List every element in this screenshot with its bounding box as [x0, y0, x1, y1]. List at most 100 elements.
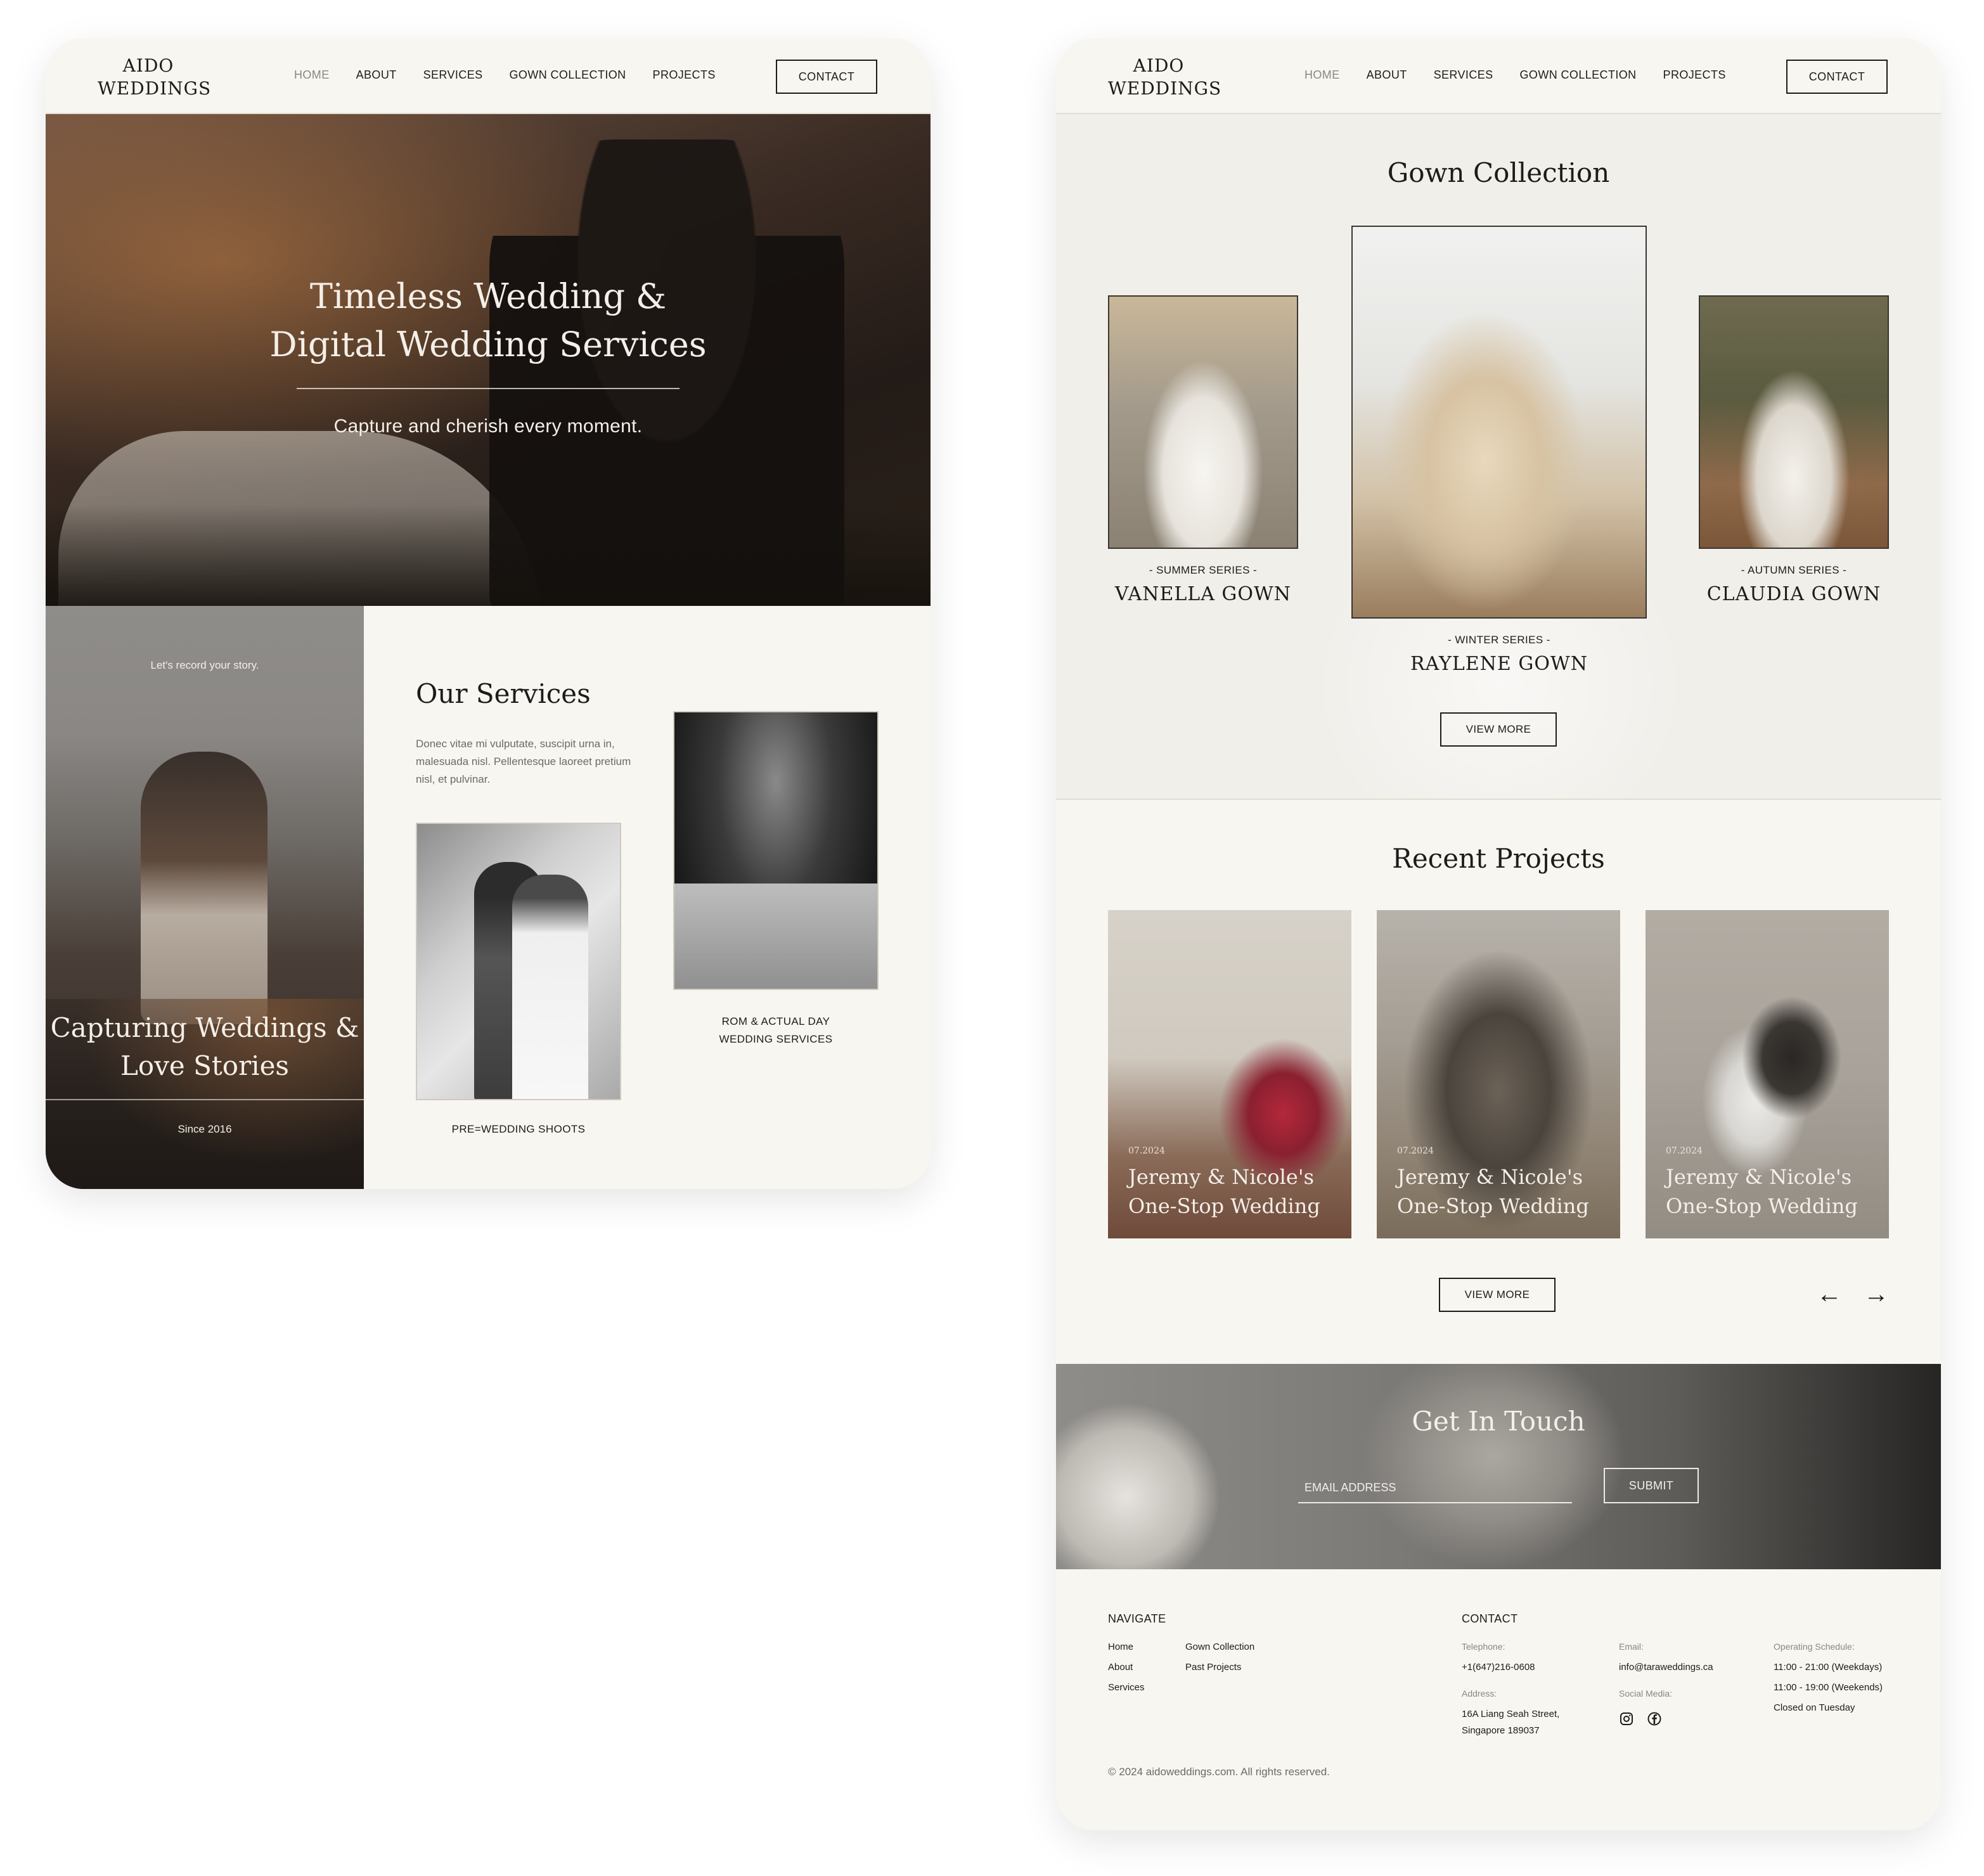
gown-series-vanella: - SUMMER SERIES -	[1149, 564, 1258, 576]
footer-link-home[interactable]: Home	[1108, 1642, 1133, 1652]
project-card-3[interactable]: 07.2024 Jeremy & Nicole's One-Stop Weddi…	[1646, 910, 1889, 1238]
gown-series-raylene: - WINTER SERIES -	[1448, 634, 1550, 646]
nav-projects[interactable]: PROJECTS	[1663, 68, 1726, 82]
gown-name-vanella[interactable]: VANELLA GOWN	[1108, 583, 1298, 605]
nav-home[interactable]: HOME	[294, 68, 330, 82]
story-divider	[46, 1099, 364, 1100]
service-caption-rom-line2: WEDDING SERVICES	[719, 1033, 833, 1045]
touch-photo-hands	[1360, 1364, 1626, 1569]
project-title: Jeremy & Nicole's One-Stop Wedding	[1666, 1162, 1858, 1221]
footer-telephone-label: Telephone:	[1462, 1642, 1505, 1652]
nav-about[interactable]: ABOUT	[1367, 68, 1407, 82]
service-caption-prewedding[interactable]: PRE=WEDDING SHOOTS	[416, 1123, 621, 1136]
footer-link-services[interactable]: Services	[1108, 1682, 1145, 1693]
nav-about[interactable]: ABOUT	[356, 68, 397, 82]
footer-telephone[interactable]: +1(647)216-0608	[1462, 1659, 1535, 1676]
main-nav: HOME ABOUT SERVICES GOWN COLLECTION PROJ…	[294, 68, 716, 82]
nav-home[interactable]: HOME	[1304, 68, 1340, 82]
story-title-line1: Capturing Weddings &	[50, 1012, 359, 1043]
footer-link-gown-collection[interactable]: Gown Collection	[1185, 1642, 1254, 1652]
contact-button-right[interactable]: CONTACT	[1786, 60, 1888, 94]
site-logo[interactable]: AIDO WEDDINGS	[98, 55, 212, 100]
service-image-bride	[512, 875, 588, 1099]
hero-title-line2: Digital Wedding Services	[269, 324, 707, 364]
story-tagline: Let's record your story.	[150, 659, 259, 671]
footer-schedule-weekends: 11:00 - 19:00 (Weekends)	[1774, 1682, 1883, 1693]
arrow-right-icon[interactable]: →	[1864, 1282, 1889, 1307]
story-photo-couple	[141, 752, 267, 1024]
nav-gown-collection[interactable]: GOWN COLLECTION	[1520, 68, 1637, 82]
service-image-table	[674, 883, 877, 989]
service-image-prewedding[interactable]	[416, 823, 621, 1100]
nav-projects[interactable]: PROJECTS	[653, 68, 716, 82]
project-card-1[interactable]: 07.2024 Jeremy & Nicole's One-Stop Weddi…	[1108, 910, 1351, 1238]
story-title-line2: Love Stories	[120, 1050, 289, 1081]
logo-line1: AIDO	[122, 55, 174, 76]
footer-email-label: Email:	[1619, 1642, 1644, 1652]
hero-photo-overlay	[46, 504, 931, 606]
gown-name-raylene[interactable]: RAYLENE GOWN	[1351, 653, 1647, 675]
gown-image-raylene[interactable]	[1351, 226, 1647, 619]
hero-divider	[297, 388, 680, 389]
project-title-line1: Jeremy & Nicole's	[1666, 1165, 1852, 1189]
gown-view-more-button[interactable]: VIEW MORE	[1440, 712, 1557, 747]
project-title-line2: One-Stop Wedding	[1666, 1194, 1858, 1218]
footer-link-about[interactable]: About	[1108, 1662, 1133, 1673]
main-nav-right: HOME ABOUT SERVICES GOWN COLLECTION PROJ…	[1304, 68, 1726, 82]
homepage-mockup-left: AIDO WEDDINGS HOME ABOUT SERVICES GOWN C…	[46, 38, 931, 1189]
instagram-icon[interactable]	[1619, 1711, 1634, 1726]
services-description: Donec vitae mi vulputate, suscipit urna …	[416, 738, 631, 785]
project-date: 07.2024	[1128, 1146, 1165, 1156]
hero-title-line1: Timeless Wedding &	[309, 276, 667, 316]
services-title: Our Services	[416, 678, 591, 709]
facebook-icon[interactable]	[1647, 1711, 1662, 1726]
story-since: Since 2016	[177, 1123, 232, 1135]
arrow-left-icon[interactable]: ←	[1817, 1282, 1842, 1307]
site-logo-right[interactable]: AIDO WEDDINGS	[1108, 55, 1222, 100]
project-date: 07.2024	[1666, 1146, 1703, 1156]
footer-social-label: Social Media:	[1619, 1688, 1673, 1699]
service-caption-rom[interactable]: ROM & ACTUAL DAY WEDDING SERVICES	[673, 1013, 879, 1048]
hero-subtitle: Capture and cherish every moment.	[333, 416, 643, 437]
footer-address-label: Address:	[1462, 1688, 1497, 1699]
project-title: Jeremy & Nicole's One-Stop Wedding	[1397, 1162, 1589, 1221]
nav-services[interactable]: SERVICES	[1434, 68, 1493, 82]
logo-line2: WEDDINGS	[1108, 78, 1222, 99]
project-title: Jeremy & Nicole's One-Stop Wedding	[1128, 1162, 1320, 1221]
footer-email[interactable]: info@taraweddings.ca	[1619, 1659, 1713, 1676]
footer-schedule-label: Operating Schedule:	[1774, 1642, 1855, 1652]
footer-schedule-closed: Closed on Tuesday	[1774, 1702, 1855, 1713]
site-header-right: AIDO WEDDINGS HOME ABOUT SERVICES GOWN C…	[1056, 38, 1941, 114]
gown-collection-title: Gown Collection	[1387, 157, 1610, 188]
project-title-line2: One-Stop Wedding	[1397, 1194, 1589, 1218]
footer-contact-title: CONTACT	[1462, 1612, 1518, 1625]
hero-title: Timeless Wedding & Digital Wedding Servi…	[46, 273, 931, 369]
get-in-touch-section: Get In Touch SUBMIT	[1056, 1364, 1941, 1569]
projects-view-more-button[interactable]: VIEW MORE	[1439, 1278, 1556, 1312]
project-title-line2: One-Stop Wedding	[1128, 1194, 1320, 1218]
homepage-mockup-right: AIDO WEDDINGS HOME ABOUT SERVICES GOWN C…	[1056, 38, 1941, 1830]
gown-name-claudia[interactable]: CLAUDIA GOWN	[1699, 583, 1889, 605]
gown-series-claudia: - AUTUMN SERIES -	[1741, 564, 1847, 576]
submit-button[interactable]: SUBMIT	[1604, 1468, 1699, 1503]
hero-section: Timeless Wedding & Digital Wedding Servi…	[46, 114, 931, 606]
story-title: Capturing Weddings & Love Stories	[46, 1009, 364, 1085]
footer-copyright: © 2024 aidoweddings.com. All rights rese…	[1108, 1766, 1330, 1778]
footer-address: 16A Liang Seah Street, Singapore 189037	[1462, 1706, 1559, 1739]
nav-services[interactable]: SERVICES	[423, 68, 483, 82]
nav-gown-collection[interactable]: GOWN COLLECTION	[510, 68, 626, 82]
gown-image-claudia[interactable]	[1699, 295, 1889, 549]
project-card-2[interactable]: 07.2024 Jeremy & Nicole's One-Stop Weddi…	[1377, 910, 1620, 1238]
project-title-line1: Jeremy & Nicole's	[1397, 1165, 1583, 1189]
service-image-rom[interactable]	[673, 711, 879, 990]
logo-line2: WEDDINGS	[98, 78, 212, 99]
project-date: 07.2024	[1397, 1146, 1434, 1156]
service-caption-rom-line1: ROM & ACTUAL DAY	[721, 1015, 830, 1027]
footer-link-past-projects[interactable]: Past Projects	[1185, 1662, 1241, 1673]
site-header: AIDO WEDDINGS HOME ABOUT SERVICES GOWN C…	[46, 38, 931, 114]
contact-button[interactable]: CONTACT	[776, 60, 877, 94]
email-input[interactable]	[1298, 1473, 1572, 1503]
logo-line1: AIDO	[1133, 55, 1185, 76]
gown-image-vanella[interactable]	[1108, 295, 1298, 549]
project-title-line1: Jeremy & Nicole's	[1128, 1165, 1315, 1189]
